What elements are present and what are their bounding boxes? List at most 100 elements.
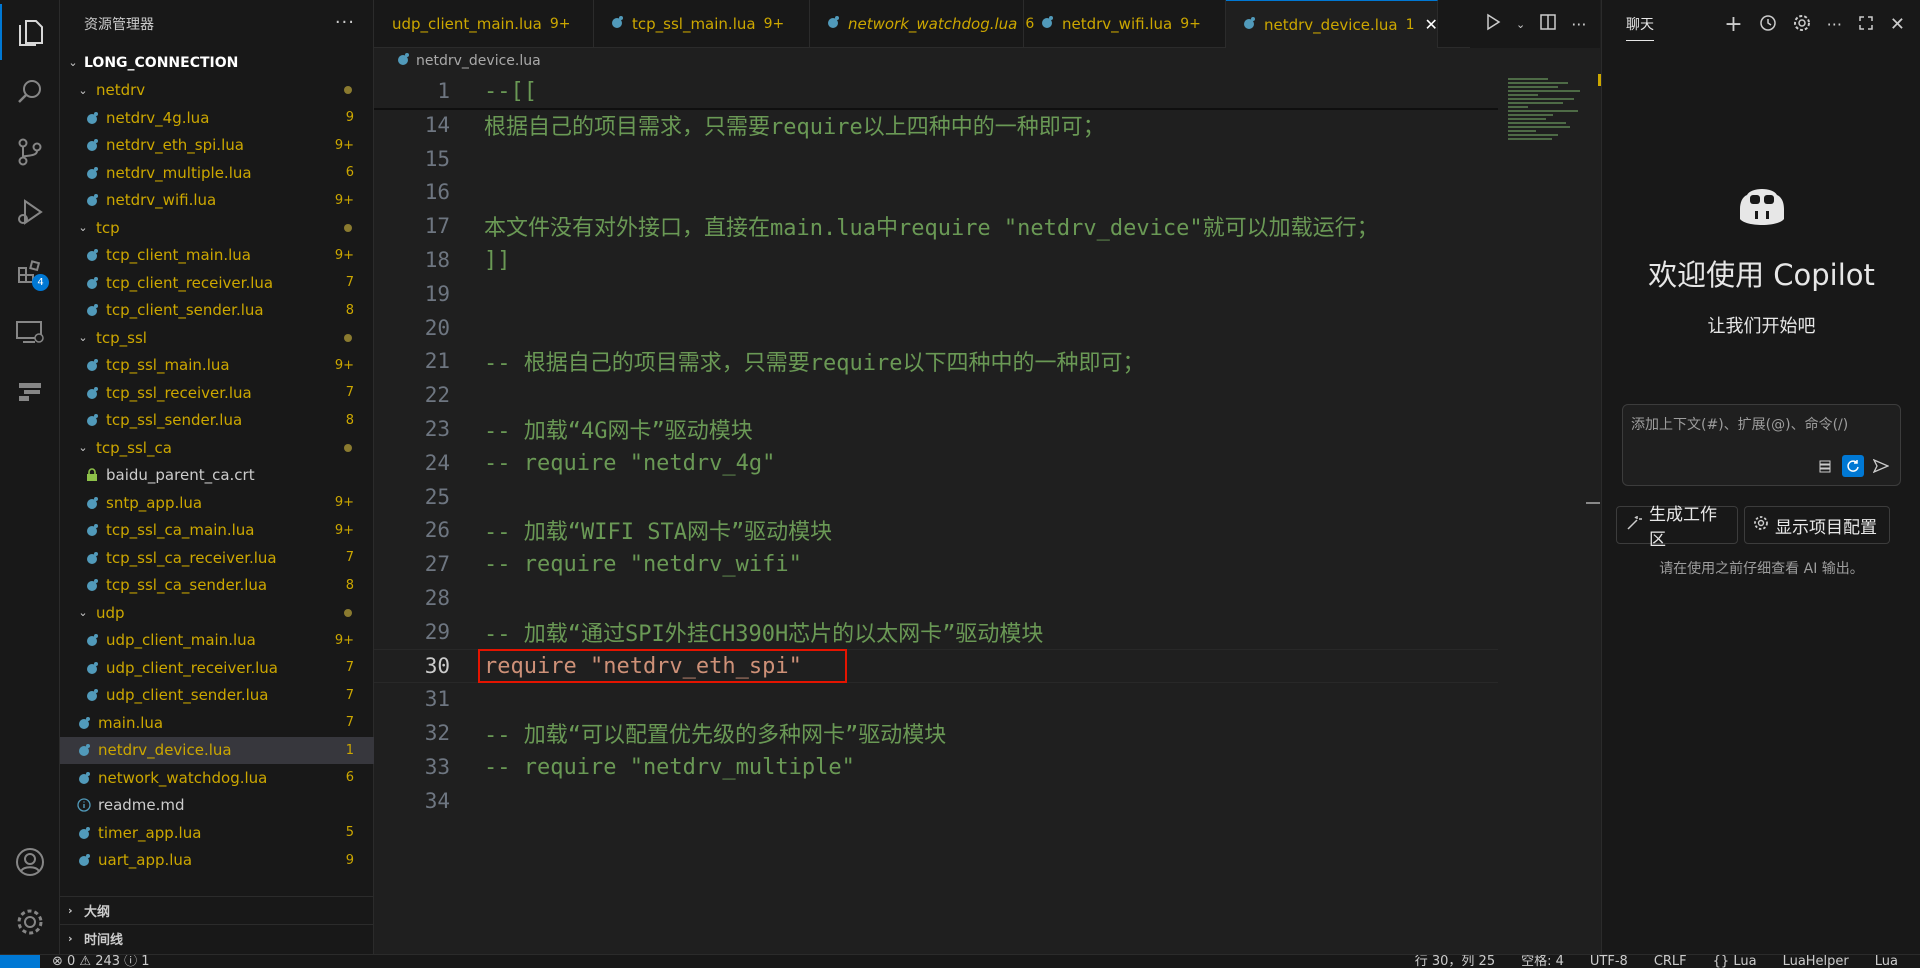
file-item[interactable]: tcp_client_sender.lua 8 — [60, 297, 374, 325]
indentation[interactable]: 空格: 4 — [1521, 955, 1564, 968]
file-item[interactable]: tcp_ssl_ca_sender.lua 8 — [60, 572, 374, 600]
attach-context-icon[interactable] — [1814, 455, 1836, 477]
problems-indicator[interactable]: ⊗ 0 ⚠ 243 ⓘ 1 — [52, 955, 150, 968]
code-line[interactable]: 34 — [374, 784, 1498, 818]
run-icon[interactable] — [1484, 13, 1502, 35]
file-item[interactable]: udp_client_receiver.lua 7 — [60, 654, 374, 682]
source-control-icon[interactable] — [0, 124, 60, 180]
file-item[interactable]: netdrv_wifi.lua 9+ — [60, 187, 374, 215]
maximize-icon[interactable] — [1858, 15, 1874, 35]
file-item[interactable]: tcp_ssl_receiver.lua 7 — [60, 379, 374, 407]
agent-mode-icon[interactable] — [1842, 455, 1864, 477]
file-item[interactable]: netdrv_multiple.lua 6 — [60, 159, 374, 187]
minimap[interactable] — [1506, 74, 1586, 954]
remote-indicator[interactable] — [0, 955, 40, 968]
gear-icon[interactable] — [1793, 14, 1811, 36]
explorer-icon[interactable] — [0, 4, 60, 60]
editor-tab[interactable]: tcp_ssl_main.lua 9+ — [594, 0, 810, 48]
more-actions-icon[interactable]: ··· — [1827, 15, 1842, 34]
code-line[interactable]: 25 — [374, 480, 1498, 514]
code-line[interactable]: 14 根据自己的项目需求，只需要require以上四种中的一种即可； — [374, 108, 1498, 142]
code-line[interactable]: 28 — [374, 581, 1498, 615]
run-debug-icon[interactable] — [0, 184, 60, 240]
code-line[interactable]: 27 -- require "netdrv_wifi" — [374, 547, 1498, 581]
code-line[interactable]: 1 --[[ — [374, 74, 1498, 108]
code-line[interactable]: 17 本文件没有对外接口，直接在main.lua中require "netdrv_… — [374, 209, 1498, 243]
account-icon[interactable] — [0, 834, 60, 890]
send-icon[interactable] — [1870, 455, 1892, 477]
more-actions-icon[interactable]: ··· — [1571, 15, 1586, 34]
language-mode[interactable]: {} Lua — [1713, 955, 1757, 968]
editor-tab[interactable]: netdrv_wifi.lua 9+ — [1024, 0, 1226, 48]
code-line[interactable]: 19 — [374, 277, 1498, 311]
file-item[interactable]: tcp_ssl_main.lua 9+ — [60, 352, 374, 380]
split-editor-icon[interactable] — [1539, 13, 1557, 35]
file-item[interactable]: netdrv_device.lua 1 — [60, 736, 374, 764]
file-item[interactable]: netdrv_4g.lua 9 — [60, 104, 374, 132]
editor-tab[interactable]: udp_client_main.lua 9+ — [374, 0, 594, 48]
file-item[interactable]: tcp_ssl_ca_receiver.lua 7 — [60, 544, 374, 572]
lua-status[interactable]: Lua — [1875, 955, 1898, 968]
file-item[interactable]: netdrv_eth_spi.lua 9+ — [60, 132, 374, 160]
folder-item[interactable]: ⌄ udp — [60, 599, 374, 627]
code-line[interactable]: 18]] — [374, 243, 1498, 277]
history-icon[interactable] — [1759, 14, 1777, 36]
folder-item[interactable]: ⌄ tcp — [60, 214, 374, 242]
file-item[interactable]: tcp_client_receiver.lua 7 — [60, 269, 374, 297]
encoding[interactable]: UTF-8 — [1590, 955, 1628, 968]
generate-workspace-button[interactable]: 生成工作区 — [1616, 505, 1738, 550]
folder-item[interactable]: ⌄ tcp_ssl — [60, 324, 374, 352]
show-project-config-button[interactable]: 显示项目配置 — [1744, 506, 1890, 544]
search-icon[interactable] — [0, 64, 60, 120]
file-item[interactable]: udp_client_main.lua 9+ — [60, 627, 374, 655]
file-item[interactable]: timer_app.lua 5 — [60, 819, 374, 847]
file-item[interactable]: tcp_ssl_sender.lua 8 — [60, 407, 374, 435]
code-line[interactable]: 24 -- require "netdrv_4g" — [374, 446, 1498, 480]
code-line[interactable]: 15 — [374, 142, 1498, 176]
file-item[interactable]: uart_app.lua 9 — [60, 847, 374, 875]
code-editor[interactable]: 1 --[[14 根据自己的项目需求，只需要require以上四种中的一种即可； 15… — [374, 74, 1602, 954]
luahelper-status[interactable]: LuaHelper — [1783, 955, 1849, 968]
workspace-root[interactable]: ⌄ LONG_CONNECTION — [60, 49, 374, 77]
code-line[interactable]: 31 — [374, 682, 1498, 716]
settings-gear-icon[interactable] — [0, 894, 60, 950]
file-item[interactable]: baidu_parent_ca.crt — [60, 462, 374, 490]
timeline-section[interactable]: › 时间线 — [60, 924, 374, 952]
code-line[interactable]: 23 -- 加载“4G网卡”驱动模块 — [374, 412, 1498, 446]
outline-section[interactable]: › 大纲 — [60, 896, 374, 924]
code-line[interactable]: 21 -- 根据自己的项目需求，只需要require以下四种中的一种即可； — [374, 344, 1498, 378]
file-item[interactable]: tcp_client_main.lua 9+ — [60, 242, 374, 270]
code-line[interactable]: 16 — [374, 175, 1498, 209]
file-item[interactable]: readme.md — [60, 792, 374, 820]
file-item[interactable]: tcp_ssl_ca_main.lua 9+ — [60, 517, 374, 545]
code-line[interactable]: 32 -- 加载“可以配置优先级的多种网卡”驱动模块 — [374, 716, 1498, 750]
folder-item[interactable]: ⌄ tcp_ssl_ca — [60, 434, 374, 462]
code-line[interactable]: 29 -- 加载“通过SPI外挂CH390H芯片的以太网卡”驱动模块 — [374, 615, 1498, 649]
code-line[interactable]: 22 — [374, 378, 1498, 412]
code-line[interactable]: 26 -- 加载“WIFI STA网卡”驱动模块 — [374, 513, 1498, 547]
file-item[interactable]: network_watchdog.lua 6 — [60, 764, 374, 792]
luatools-icon[interactable] — [0, 364, 60, 420]
remote-explorer-icon[interactable] — [0, 304, 60, 360]
cursor-position[interactable]: 行 30，列 25 — [1415, 955, 1495, 968]
code-line[interactable]: 33 -- require "netdrv_multiple" — [374, 750, 1498, 784]
chat-tab[interactable]: 聊天 — [1626, 14, 1654, 41]
close-icon[interactable]: ✕ — [1425, 15, 1438, 34]
editor-tab[interactable]: network_watchdog.lua 6 — [810, 0, 1034, 48]
close-icon[interactable]: ✕ — [1890, 14, 1905, 35]
folder-item[interactable]: ⌄ netdrv — [60, 77, 374, 105]
file-item[interactable]: main.lua 7 — [60, 709, 374, 737]
line-ending[interactable]: CRLF — [1654, 955, 1687, 968]
file-item[interactable]: sntp_app.lua 9+ — [60, 489, 374, 517]
more-actions-icon[interactable]: ··· — [335, 12, 355, 33]
code-line[interactable]: 30 require "netdrv_eth_spi" — [374, 649, 1498, 683]
file-item[interactable]: udp_client_sender.lua 7 — [60, 682, 374, 710]
editor-tab[interactable]: netdrv_device.lua 1 ✕ — [1226, 0, 1438, 48]
breadcrumb[interactable]: netdrv_device.lua — [374, 48, 1600, 74]
chat-input-box[interactable] — [1622, 404, 1901, 486]
code-line[interactable]: 20 — [374, 311, 1498, 345]
new-chat-icon[interactable]: + — [1724, 12, 1742, 37]
chat-input[interactable] — [1631, 413, 1891, 437]
chevron-down-icon[interactable]: ⌄ — [1516, 18, 1525, 31]
extensions-icon[interactable]: 4 — [0, 244, 60, 300]
